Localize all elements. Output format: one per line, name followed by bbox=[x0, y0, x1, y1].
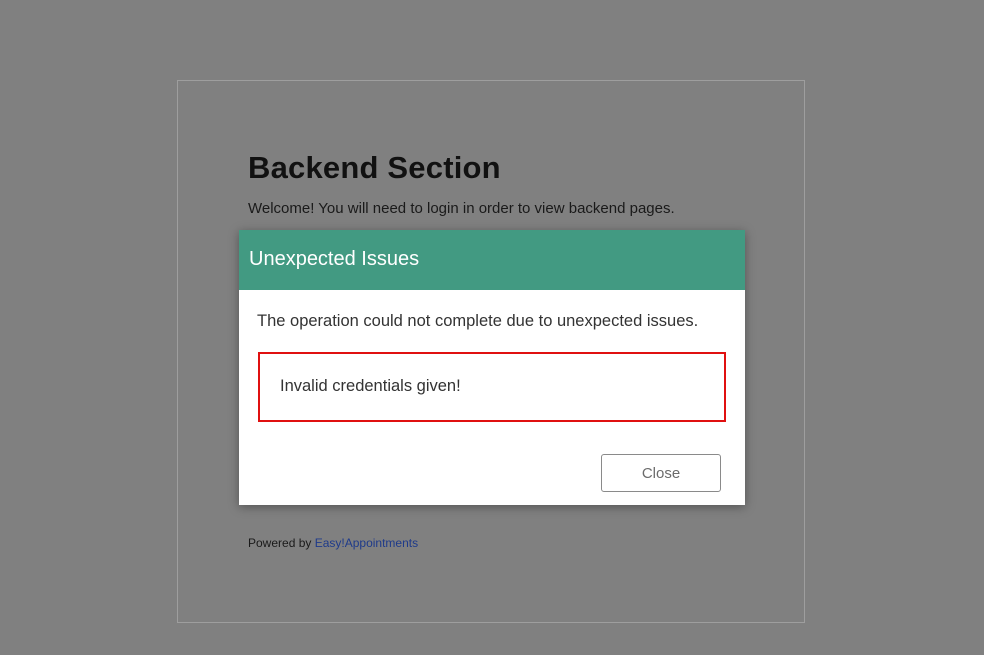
close-button[interactable]: Close bbox=[601, 454, 721, 492]
error-message: Invalid credentials given! bbox=[280, 377, 461, 395]
page-title: Backend Section bbox=[248, 150, 501, 185]
modal-message: The operation could not complete due to … bbox=[257, 312, 699, 330]
easyappointments-link[interactable]: Easy!Appointments bbox=[315, 536, 418, 550]
error-modal: Unexpected Issues The operation could no… bbox=[239, 230, 745, 505]
welcome-text: Welcome! You will need to login in order… bbox=[248, 200, 675, 217]
powered-by-label: Powered by bbox=[248, 536, 315, 550]
powered-by-footer: Powered by Easy!Appointments bbox=[248, 536, 418, 550]
modal-title: Unexpected Issues bbox=[239, 230, 745, 290]
error-message-box: Invalid credentials given! bbox=[258, 352, 726, 422]
